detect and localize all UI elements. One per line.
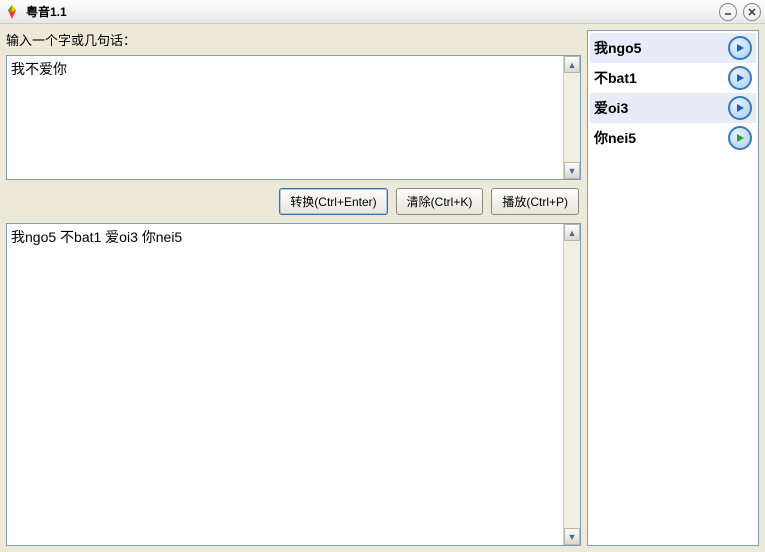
output-textarea[interactable] [7, 224, 563, 545]
play-audio-button[interactable] [728, 36, 752, 60]
result-text: 我ngo5 [594, 38, 641, 58]
play-audio-button[interactable] [728, 126, 752, 150]
left-panel: 输入一个字或几句话： ▲ ▼ 转换(Ctrl+Enter) 清除(Ctrl+K)… [6, 30, 581, 546]
scroll-up-icon[interactable]: ▲ [564, 56, 580, 73]
app-icon [4, 4, 20, 20]
output-scrollbar[interactable]: ▲ ▼ [563, 224, 580, 545]
input-textarea-wrap: ▲ ▼ [6, 55, 581, 180]
scroll-up-icon[interactable]: ▲ [564, 224, 580, 241]
result-row: 爱oi3 [590, 93, 756, 123]
minimize-button[interactable] [719, 3, 737, 21]
play-audio-button[interactable] [728, 66, 752, 90]
convert-button[interactable]: 转换(Ctrl+Enter) [279, 188, 387, 215]
button-row: 转换(Ctrl+Enter) 清除(Ctrl+K) 播放(Ctrl+P) [6, 184, 581, 219]
result-text: 爱oi3 [594, 98, 628, 118]
scroll-down-icon[interactable]: ▼ [564, 528, 580, 545]
play-button[interactable]: 播放(Ctrl+P) [491, 188, 579, 215]
result-text: 不bat1 [594, 68, 637, 88]
close-button[interactable] [743, 3, 761, 21]
play-audio-button[interactable] [728, 96, 752, 120]
input-textarea[interactable] [7, 56, 563, 179]
titlebar: 粤音1.1 [0, 0, 765, 24]
output-textarea-wrap: ▲ ▼ [6, 223, 581, 546]
results-panel: 我ngo5 不bat1 爱oi3 你nei5 [587, 30, 759, 546]
result-row: 我ngo5 [590, 33, 756, 63]
clear-button[interactable]: 清除(Ctrl+K) [396, 188, 484, 215]
main-content: 输入一个字或几句话： ▲ ▼ 转换(Ctrl+Enter) 清除(Ctrl+K)… [0, 24, 765, 552]
scroll-down-icon[interactable]: ▼ [564, 162, 580, 179]
result-text: 你nei5 [594, 128, 636, 148]
window-title: 粤音1.1 [26, 3, 67, 20]
input-label: 输入一个字或几句话： [6, 30, 581, 49]
input-scrollbar[interactable]: ▲ ▼ [563, 56, 580, 179]
result-row: 你nei5 [590, 123, 756, 153]
result-row: 不bat1 [590, 63, 756, 93]
